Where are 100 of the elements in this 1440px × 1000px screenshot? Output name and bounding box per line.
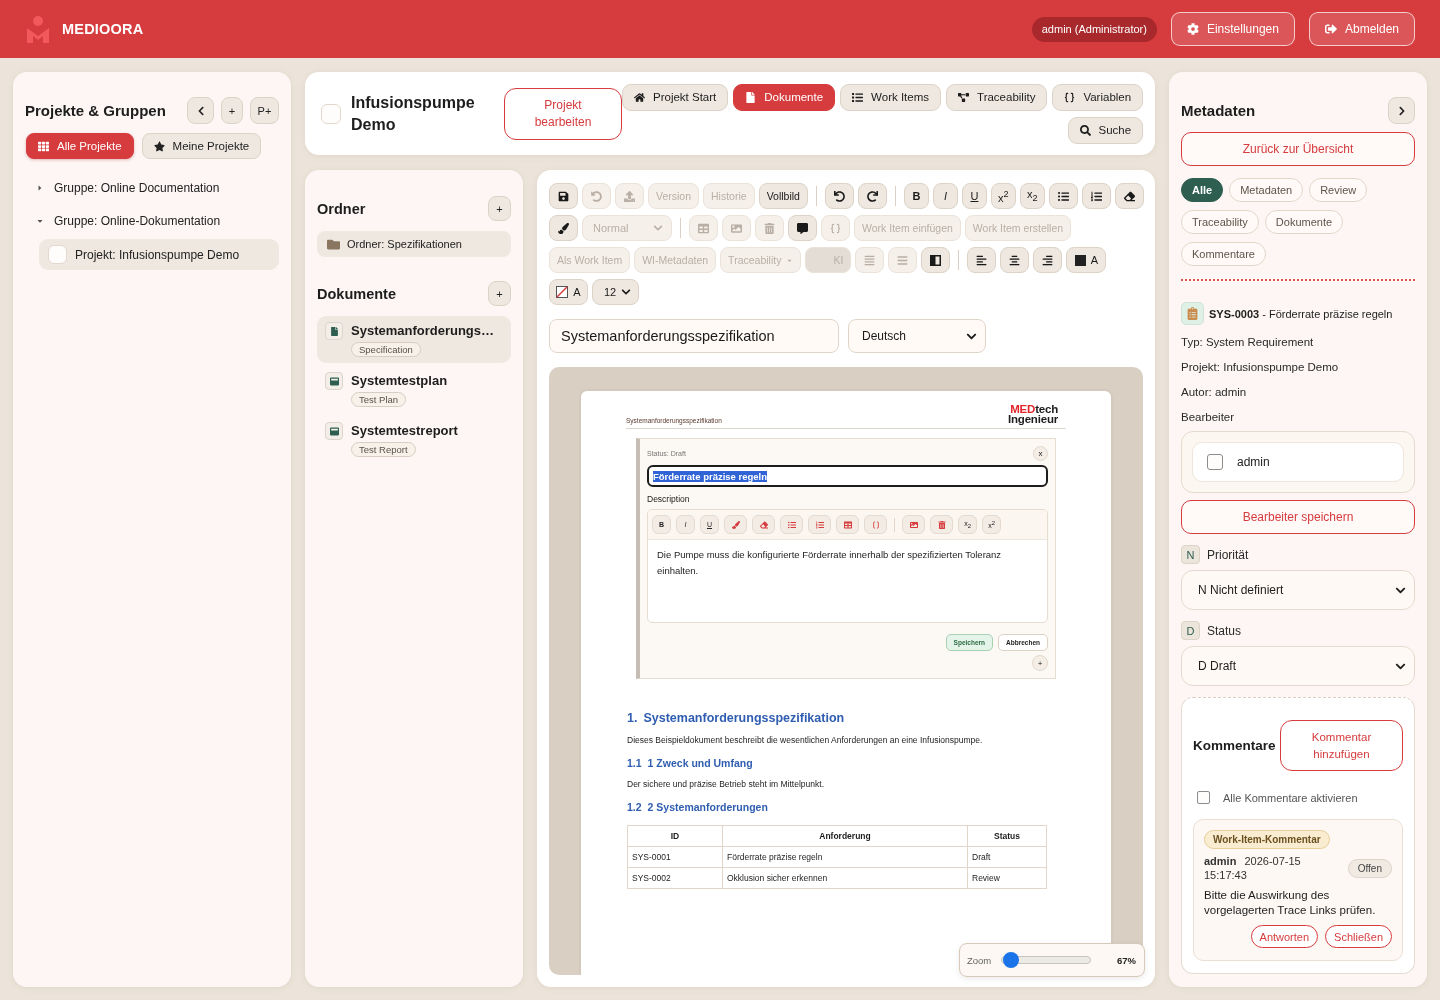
nav-tab[interactable]: Work Items: [840, 83, 942, 111]
speech-bubble-icon: [797, 222, 808, 234]
person-logo-icon: [27, 15, 49, 43]
filter-chip[interactable]: Review: [1309, 178, 1368, 202]
filter-chip[interactable]: Kommentare: [1181, 242, 1266, 266]
half-filled-square-button[interactable]: [921, 247, 951, 273]
tree-group[interactable]: Gruppe: Online Documentation: [36, 171, 220, 204]
document-item[interactable]: Systemanforderungs… Specification: [317, 316, 511, 363]
highlight-button[interactable]: A: [549, 279, 588, 305]
numbered-list-button[interactable]: [808, 515, 831, 534]
filter-chip[interactable]: Traceability: [1181, 210, 1259, 234]
numbered-list-button[interactable]: [1081, 183, 1111, 209]
nav-tab[interactable]: Dokumente: [733, 83, 836, 111]
slider-thumb[interactable]: [1003, 952, 1020, 968]
checkbox[interactable]: [1207, 454, 1223, 470]
eraser-icon: [1123, 190, 1135, 202]
title-field[interactable]: Förderrate präzise regeln: [647, 465, 1048, 487]
edit-project-button[interactable]: Projekt bearbeiten: [504, 87, 622, 140]
table-header-cell: Status: [967, 825, 1047, 847]
add-comment-button[interactable]: Kommentar hinzufügen: [1280, 720, 1403, 771]
no-color-swatch-icon: [556, 286, 569, 298]
eraser-icon: [759, 520, 768, 529]
align-right-icon: [1042, 254, 1054, 266]
logout-button[interactable]: Abmelden: [1308, 12, 1415, 46]
save-icon: [558, 190, 569, 202]
work-item-heading: SYS-0003 - Förderrate präzise regeln: [1209, 307, 1393, 320]
section-title: Ordner: [317, 200, 366, 217]
underline-button[interactable]: U: [961, 183, 987, 209]
document-item[interactable]: Systemtestreport Test Report: [317, 416, 511, 463]
filter-chip[interactable]: Alle: [1181, 178, 1224, 202]
filter-button[interactable]: Alle Projekte: [26, 133, 134, 159]
bullet-list-button[interactable]: [1048, 183, 1078, 209]
document-icon: [325, 322, 343, 340]
script-button[interactable]: x$_{2}$: [1019, 183, 1045, 209]
project-item[interactable]: Projekt: Infusionspumpe Demo: [39, 239, 279, 270]
table-header-cell: ID: [627, 825, 723, 847]
checkbox-label: Alle Kommentare aktivieren: [1223, 791, 1358, 804]
numbered-list-icon: [1090, 190, 1102, 202]
add-button[interactable]: +: [488, 281, 511, 306]
back-button[interactable]: Zurück zur Übersicht: [1181, 132, 1415, 166]
panel-title: Projekte & Gruppen: [25, 102, 166, 119]
filter-button[interactable]: Meine Projekte: [141, 133, 262, 159]
document-title: Systemtestreport: [351, 422, 458, 439]
language-select[interactable]: Deutsch: [848, 319, 986, 353]
filter-chip[interactable]: Dokumente: [1264, 210, 1344, 234]
title-input[interactable]: Systemanforderungsspezifikation: [549, 319, 839, 353]
expand-button[interactable]: [1388, 97, 1415, 124]
align-center-button[interactable]: [1000, 247, 1030, 273]
folder-item[interactable]: Ordner: Spezifikationen: [317, 231, 511, 257]
comment-action-button[interactable]: Schließen: [1325, 925, 1392, 948]
italic-button[interactable]: I: [932, 183, 958, 209]
clipboard-icon: [1181, 302, 1204, 325]
add-button[interactable]: +: [1032, 655, 1048, 671]
assignee-option[interactable]: admin: [1192, 442, 1404, 482]
section-heading: 1. Systemanforderungsspezifikation: [627, 711, 846, 725]
checkbox[interactable]: [1197, 791, 1210, 804]
circular-arrow-icon: [591, 190, 602, 202]
comment-button[interactable]: [788, 215, 817, 241]
align-right-button[interactable]: [1033, 247, 1063, 273]
toolbar-button[interactable]: Vollbild: [758, 183, 808, 209]
image-button[interactable]: [902, 515, 925, 534]
bullet-list-button[interactable]: [780, 515, 803, 534]
document-type-tag: Test Plan: [351, 392, 407, 407]
add-button[interactable]: +: [488, 196, 511, 221]
nav-tab[interactable]: Suche: [1067, 116, 1144, 144]
undo-button[interactable]: [824, 183, 854, 209]
collapse-button[interactable]: [187, 97, 214, 124]
redo-icon: [866, 190, 878, 202]
close-button[interactable]: x: [1033, 446, 1048, 461]
document-item[interactable]: Systemtestplan Test Plan: [317, 366, 511, 413]
numbered-list-icon: [815, 520, 824, 529]
filter-chip[interactable]: Metadaten: [1229, 178, 1304, 202]
nav-tab[interactable]: Variablen: [1052, 83, 1144, 111]
nav-tab[interactable]: Traceability: [946, 83, 1048, 111]
braces-button[interactable]: [864, 515, 887, 534]
bold-button[interactable]: B: [903, 183, 929, 209]
comment-action-button[interactable]: Antworten: [1250, 925, 1319, 948]
save-assignees-button[interactable]: Bearbeiter speichern: [1181, 500, 1415, 534]
zoom-label: Zoom: [967, 954, 992, 966]
save-button[interactable]: [549, 183, 578, 209]
tree-group[interactable]: Gruppe: Online-Dokumentation: [36, 204, 221, 237]
field-label: Description: [647, 494, 691, 504]
trash-button[interactable]: [930, 515, 953, 534]
table-cell: SYS-0001: [627, 846, 723, 868]
field-select[interactable]: D Draft: [1181, 646, 1415, 686]
text-color-button[interactable]: A: [1066, 247, 1107, 273]
redo-button[interactable]: [857, 183, 887, 209]
settings-button[interactable]: Einstellungen: [1170, 12, 1295, 46]
align-left-button[interactable]: [967, 247, 997, 273]
new-project-button[interactable]: P+: [250, 97, 279, 124]
field-select[interactable]: N Nicht definiert: [1181, 570, 1415, 610]
add-button[interactable]: +: [221, 97, 243, 124]
braces-icon: [1064, 91, 1076, 103]
brush-button[interactable]: [549, 215, 578, 241]
script-button[interactable]: x$^{2}$: [990, 183, 1016, 209]
description-editor[interactable]: Die Pumpe muss die konfigurierte Förderrate innerhalb der spezifizierten Toleranz einhalten.: [648, 540, 1047, 622]
eraser-button[interactable]: [1114, 183, 1144, 209]
nav-tab[interactable]: Projekt Start: [622, 83, 729, 111]
font-size-select[interactable]: 12: [592, 279, 640, 305]
table-button[interactable]: [836, 515, 859, 534]
